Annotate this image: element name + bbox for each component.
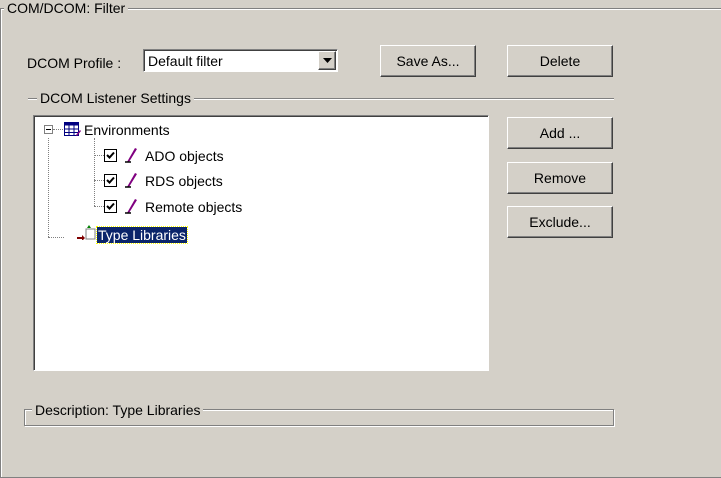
rds-objects-checkbox[interactable]: [104, 174, 117, 187]
profile-selected-value: Default filter: [148, 53, 223, 69]
add-button[interactable]: Add ...: [507, 117, 613, 149]
remote-objects-checkbox[interactable]: [104, 200, 117, 213]
tree-connector: [94, 180, 104, 181]
chevron-down-icon: [323, 58, 332, 63]
check-icon: [106, 202, 115, 210]
delete-button[interactable]: Delete: [507, 45, 613, 77]
dropdown-arrow-button[interactable]: [318, 51, 336, 70]
profile-dropdown[interactable]: Default filter: [143, 49, 338, 72]
tree-connector: [48, 138, 49, 237]
collapse-toggle-icon[interactable]: [44, 125, 53, 134]
filter-groupbox-title: COM/DCOM: Filter: [4, 0, 129, 16]
pen-icon: [125, 148, 137, 163]
ado-objects-checkbox[interactable]: [104, 149, 117, 162]
check-icon: [106, 151, 115, 159]
tree-connector: [53, 129, 63, 130]
profile-label: DCOM Profile :: [27, 55, 122, 71]
tree-connector: [94, 206, 104, 207]
exclude-button[interactable]: Exclude...: [507, 206, 613, 238]
tree-node-rds-objects[interactable]: RDS objects: [145, 173, 223, 189]
check-icon: [106, 176, 115, 184]
remove-button[interactable]: Remove: [507, 162, 613, 194]
listener-settings-title: DCOM Listener Settings: [37, 90, 194, 106]
environments-table-icon: [64, 122, 81, 136]
tree-node-environments[interactable]: Environments: [84, 122, 170, 138]
tree-node-ado-objects[interactable]: ADO objects: [145, 148, 224, 164]
save-as-button[interactable]: Save As...: [380, 45, 476, 77]
tree-node-type-libraries[interactable]: Type Libraries: [96, 226, 188, 244]
pen-icon: [125, 199, 137, 214]
tree-connector: [48, 237, 64, 238]
tree-connector: [94, 155, 104, 156]
pen-icon: [125, 173, 137, 188]
tree-node-remote-objects[interactable]: Remote objects: [145, 199, 242, 215]
type-library-icon: [77, 225, 96, 240]
listener-tree[interactable]: Environments ADO objects RDS objects Rem…: [33, 115, 489, 371]
description-title: Description: Type Libraries: [32, 402, 204, 418]
tree-connector: [94, 138, 95, 206]
